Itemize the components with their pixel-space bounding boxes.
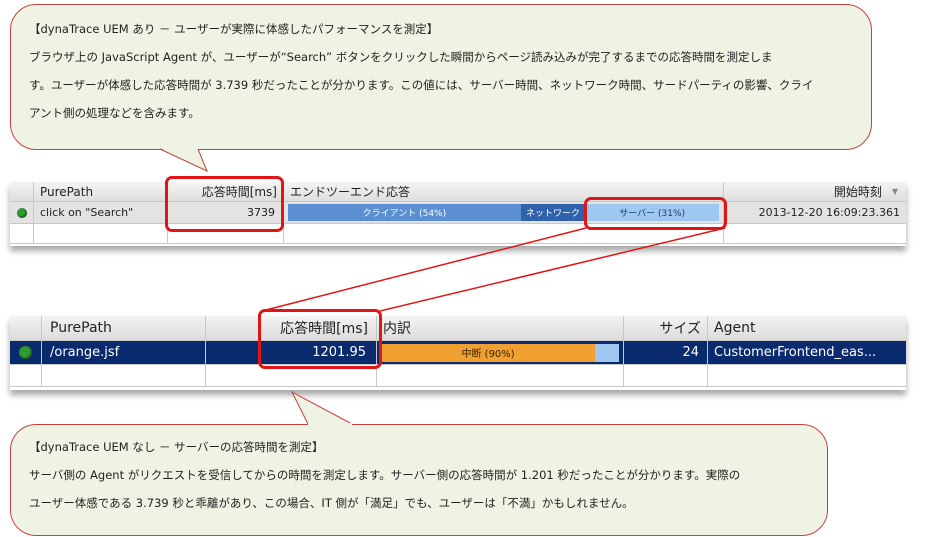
callout-bottom-line-3: ユーザー体感である 3.739 秒と乖離があり、この場合、IT 側が「満足」でも… — [29, 496, 634, 510]
callout-bottom-line-1: 【dynaTrace UEM なし － サーバーの応答時間を測定】 — [29, 440, 324, 454]
callout-bottom-line-2: サーバ側の Agent がリクエストを受信してからの時間を測定します。サーバー側… — [29, 468, 741, 482]
callout-bottom-tail-cover — [308, 423, 352, 427]
callout-uem-disabled: 【dynaTrace UEM なし － サーバーの応答時間を測定】 サーバ側の … — [10, 424, 828, 536]
